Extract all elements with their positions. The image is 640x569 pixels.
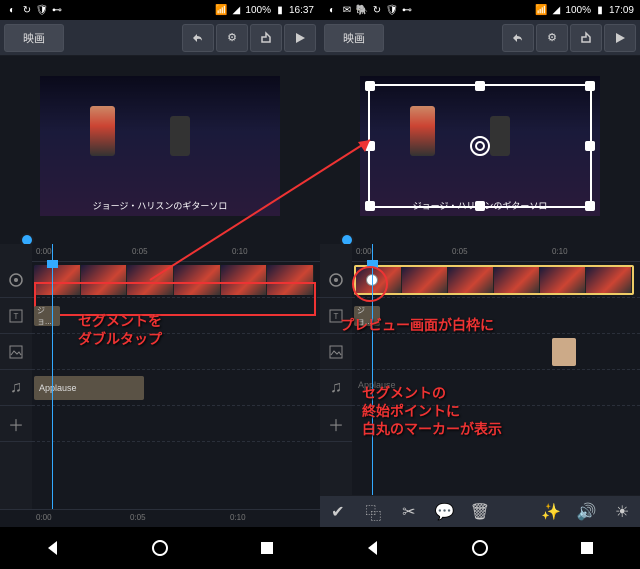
brightness-button[interactable]: ☀ xyxy=(610,500,634,524)
share-button[interactable] xyxy=(570,24,602,52)
back-button[interactable] xyxy=(38,533,68,563)
video-clip[interactable] xyxy=(354,265,634,295)
resize-handle[interactable] xyxy=(475,81,485,91)
battery-pct: 100% xyxy=(565,5,591,16)
text-clip[interactable]: ジョ... xyxy=(34,306,60,326)
selection-frame[interactable] xyxy=(368,84,592,208)
project-title-button[interactable]: 映画 xyxy=(4,24,64,52)
mail-icon: ✉ xyxy=(341,4,353,16)
project-title-button[interactable]: 映画 xyxy=(324,24,384,52)
clock: 17:09 xyxy=(609,5,634,16)
audio-clip[interactable]: Applause xyxy=(34,376,144,400)
top-toolbar: 映画 ⚙ xyxy=(0,20,320,56)
playhead[interactable] xyxy=(52,244,53,509)
resize-handle[interactable] xyxy=(585,141,595,151)
evernote-icon: 🐘 xyxy=(356,4,368,16)
confirm-button[interactable]: ✔ xyxy=(326,500,350,524)
sync-icon: ↻ xyxy=(371,4,383,16)
recent-button[interactable] xyxy=(572,533,602,563)
audio-track-row[interactable]: Applause xyxy=(32,370,320,406)
image-track-row[interactable] xyxy=(352,334,640,370)
clock: 16:37 xyxy=(289,5,314,16)
video-track-button[interactable] xyxy=(0,262,32,298)
share-button[interactable] xyxy=(250,24,282,52)
edit-toolbar: ✔ ⿻ ✂ 💬 🗑 ✨ 🔊 ☀ xyxy=(320,495,640,527)
settings-button[interactable]: ⚙ xyxy=(536,24,568,52)
android-nav xyxy=(320,527,640,569)
home-button[interactable] xyxy=(465,533,495,563)
split-button[interactable]: ✂ xyxy=(397,500,421,524)
wifi-icon: 📶 xyxy=(535,4,547,16)
resize-handle[interactable] xyxy=(585,201,595,211)
copy-button[interactable]: ⿻ xyxy=(361,500,385,524)
undo-button[interactable] xyxy=(182,24,214,52)
resize-handle[interactable] xyxy=(365,81,375,91)
audio-track-button[interactable]: ♫ xyxy=(0,370,32,406)
shield-icon: 🛡 xyxy=(36,4,48,16)
delete-button[interactable]: 🗑 xyxy=(468,500,492,524)
add-track-button[interactable]: ＋ xyxy=(0,406,32,442)
caption-button[interactable]: 💬 xyxy=(432,500,456,524)
annotation-left: セグメントを ダブルタップ xyxy=(78,312,162,348)
volume-button[interactable]: 🔊 xyxy=(575,500,599,524)
svg-text:T: T xyxy=(334,312,339,321)
effects-button[interactable]: ✨ xyxy=(539,500,563,524)
battery-pct: 100% xyxy=(245,5,271,16)
caption-text: ジョージ・ハリスンのギターソロ xyxy=(413,195,548,216)
android-nav xyxy=(0,527,320,569)
top-toolbar: 映画 ⚙ xyxy=(320,20,640,56)
key-icon: ⊷ xyxy=(401,4,413,16)
text-track-button[interactable]: T xyxy=(0,298,32,334)
time-ruler[interactable]: 0:00 0:05 0:10 xyxy=(352,244,640,262)
play-button[interactable] xyxy=(604,24,636,52)
signal-icon: ◢ xyxy=(550,4,562,16)
annotation-right1: プレビュー画面が白枠に xyxy=(340,316,494,334)
svg-text:T: T xyxy=(14,312,19,321)
add-track-button[interactable]: ＋ xyxy=(320,406,352,442)
annotation-right2: セグメントの 終始ポイントに 白丸のマーカーが表示 xyxy=(362,384,502,439)
image-clip[interactable] xyxy=(552,338,576,366)
preview-video: ジョージ・ハリスンのギターソロ xyxy=(360,76,600,216)
undo-button[interactable] xyxy=(502,24,534,52)
arrow-annotation xyxy=(140,130,390,290)
status-bar: ◐ ✉ 🐘 ↻ 🛡 ⊷ 📶 ◢ 100% ▮ 17:09 xyxy=(320,0,640,20)
battery-icon: ▮ xyxy=(594,4,606,16)
image-track-row[interactable] xyxy=(32,334,320,370)
app-icon: ◐ xyxy=(326,4,338,16)
text-track-row[interactable]: ジョ... xyxy=(32,298,320,334)
wifi-icon: 📶 xyxy=(215,4,227,16)
key-icon: ⊷ xyxy=(51,4,63,16)
home-button[interactable] xyxy=(145,533,175,563)
back-button[interactable] xyxy=(358,533,388,563)
sync-icon: ↻ xyxy=(21,4,33,16)
play-button[interactable] xyxy=(284,24,316,52)
resize-handle[interactable] xyxy=(585,81,595,91)
shield-icon: 🛡 xyxy=(386,4,398,16)
audio-track-button[interactable]: ♫ xyxy=(320,370,352,406)
settings-button[interactable]: ⚙ xyxy=(216,24,248,52)
image-track-button[interactable] xyxy=(320,334,352,370)
battery-icon: ▮ xyxy=(274,4,286,16)
spacer xyxy=(504,500,528,524)
video-track-row[interactable] xyxy=(352,262,640,298)
bottom-ruler: 0:00 0:05 0:10 xyxy=(0,509,320,527)
app-icon: ◐ xyxy=(6,4,18,16)
signal-icon: ◢ xyxy=(230,4,242,16)
recent-button[interactable] xyxy=(252,533,282,563)
status-bar: ◐ ↻ 🛡 ⊷ 📶 ◢ 100% ▮ 16:37 xyxy=(0,0,320,20)
rotate-handle[interactable] xyxy=(470,136,490,156)
image-track-button[interactable] xyxy=(0,334,32,370)
